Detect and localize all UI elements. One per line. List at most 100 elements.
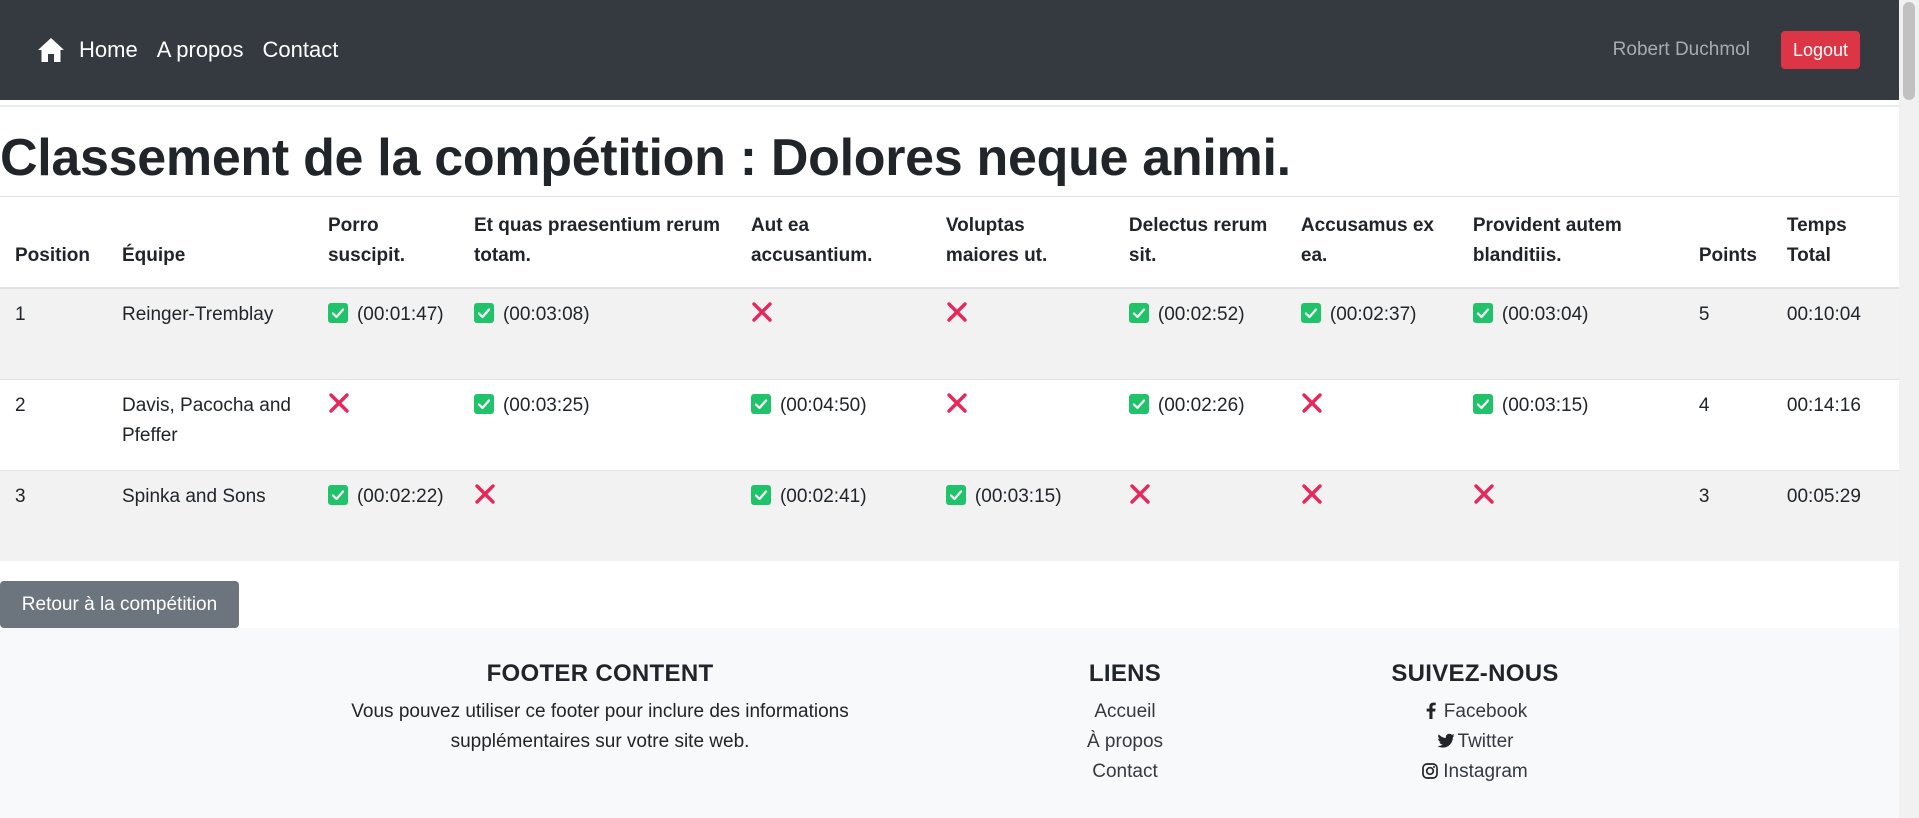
facebook-label: Facebook — [1443, 701, 1528, 722]
vertical-scrollbar[interactable] — [1899, 0, 1919, 818]
footer-social-instagram[interactable]: Instagram — [1375, 757, 1575, 787]
footer-content-title: FOOTER CONTENT — [486, 660, 714, 687]
header-q3: Aut ea accusantium. — [735, 196, 931, 289]
back-to-competition-button[interactable]: Retour à la compétition — [0, 581, 239, 628]
check-icon — [1128, 393, 1149, 414]
result-time: (00:02:26) — [1157, 394, 1245, 416]
instagram-label: Instagram — [1443, 761, 1528, 782]
cross-icon — [1301, 392, 1323, 414]
cell-team: Spinka and Sons — [106, 469, 313, 561]
cross-icon — [751, 301, 773, 323]
cross-icon — [474, 483, 496, 505]
twitter-icon — [1437, 729, 1455, 748]
header-total: Temps Total — [1771, 196, 1899, 289]
footer: FOOTER CONTENT Vous pouvez utiliser ce f… — [0, 628, 1899, 818]
result-time: (00:03:25) — [502, 394, 590, 416]
nav-link-about[interactable]: A propos — [157, 37, 244, 63]
header-q1: Porro suscipit. — [312, 196, 459, 289]
cell-result-q3: (00:04:50) — [735, 378, 931, 470]
footer-link-home[interactable]: Accueil — [1025, 697, 1225, 727]
footer-links-section: LIENS Accueil À propos Contact — [1025, 660, 1225, 787]
footer-link-about[interactable]: À propos — [1025, 727, 1225, 757]
cell-total: 00:05:29 — [1771, 469, 1899, 561]
footer-social-title: SUIVEZ-NOUS — [1391, 660, 1559, 687]
check-icon — [750, 484, 771, 505]
check-icon — [1472, 393, 1493, 414]
cell-result-q4 — [930, 287, 1114, 379]
result-time: (00:01:47) — [356, 304, 444, 325]
table-row: 1 Reinger-Tremblay (00:01:47) (00:03:08) (00… — [0, 287, 1899, 379]
header-points: Points — [1683, 196, 1772, 289]
check-icon — [1300, 303, 1321, 323]
divider — [0, 105, 1899, 107]
cell-points: 3 — [1683, 469, 1772, 561]
cell-result-q1: (00:02:22) — [312, 469, 459, 561]
check-icon — [1472, 303, 1493, 323]
nav-link-contact[interactable]: Contact — [263, 37, 339, 63]
cell-position: 2 — [0, 378, 107, 470]
instagram-icon — [1422, 759, 1439, 779]
cell-result-q1 — [312, 378, 459, 470]
cell-result-q1: (00:01:47) — [312, 287, 459, 379]
footer-link-contact[interactable]: Contact — [1025, 757, 1225, 787]
cross-icon — [1473, 483, 1495, 505]
ranking-table: Position Équipe Porro suscipit. Et quas … — [0, 196, 1899, 561]
result-time: (00:03:08) — [502, 304, 590, 325]
footer-content-section: FOOTER CONTENT Vous pouvez utiliser ce f… — [325, 660, 875, 757]
footer-content-text-line1: Vous pouvez utiliser ce footer pour incl… — [351, 701, 849, 722]
facebook-icon — [1423, 699, 1439, 719]
footer-links-title: LIENS — [1088, 660, 1162, 687]
table-header-row: Position Équipe Porro suscipit. Et quas … — [0, 196, 1899, 289]
cell-total: 00:14:16 — [1771, 378, 1899, 470]
cell-result-q6 — [1285, 469, 1458, 561]
table-body: 1 Reinger-Tremblay (00:01:47) (00:03:08) (00… — [0, 287, 1899, 561]
header-team: Équipe — [106, 196, 313, 289]
home-icon[interactable] — [37, 37, 65, 63]
cross-icon — [328, 392, 350, 414]
header-position: Position — [0, 196, 107, 289]
result-time: (00:02:52) — [1157, 304, 1245, 325]
cell-result-q6: (00:02:37) — [1285, 287, 1458, 379]
result-time: (00:03:15) — [1501, 394, 1589, 416]
user-name: Robert Duchmol — [1612, 39, 1750, 60]
header-q7: Provident autem blanditiis. — [1457, 196, 1684, 289]
cross-icon — [1129, 483, 1151, 505]
header-q5: Delectus rerum sit. — [1113, 196, 1286, 289]
cell-result-q2: (00:03:25) — [458, 378, 736, 470]
cell-result-q7 — [1457, 469, 1684, 561]
cross-icon — [1301, 483, 1323, 505]
cell-result-q4: (00:03:15) — [930, 469, 1114, 561]
footer-content-text-line2: supplémentaires sur votre site web. — [450, 731, 750, 752]
header-q4: Voluptas maiores ut. — [930, 196, 1114, 289]
page-title: Classement de la compétition : Dolores n… — [0, 129, 1291, 187]
cross-icon — [946, 301, 968, 323]
table-row: 3 Spinka and Sons (00:02:22) (00:02:41) (00:… — [0, 469, 1899, 561]
cell-result-q5: (00:02:26) — [1113, 378, 1286, 470]
logout-button[interactable]: Logout — [1780, 31, 1860, 69]
cell-team: Reinger-Tremblay — [106, 287, 313, 379]
footer-social-facebook[interactable]: Facebook — [1375, 697, 1575, 727]
cell-result-q4 — [930, 378, 1114, 470]
footer-social-twitter[interactable]: Twitter — [1375, 727, 1575, 757]
table-row: 2 Davis, Pacocha and Pfeffer (00:03:25) (00… — [0, 378, 1899, 470]
nav-link-home[interactable]: Home — [79, 37, 138, 63]
cross-icon — [946, 392, 968, 414]
scrollbar-thumb[interactable] — [1903, 2, 1915, 100]
result-time: (00:02:41) — [779, 485, 867, 507]
header-q2: Et quas praesentium rerum totam. — [458, 196, 736, 289]
cell-result-q6 — [1285, 378, 1458, 470]
cell-result-q3 — [735, 287, 931, 379]
result-time: (00:02:22) — [356, 485, 444, 507]
twitter-label: Twitter — [1457, 731, 1514, 752]
nav-left: Home A propos Contact — [37, 37, 357, 63]
cell-position: 1 — [0, 287, 107, 379]
check-icon — [473, 303, 494, 323]
cell-result-q3: (00:02:41) — [735, 469, 931, 561]
cell-result-q7: (00:03:15) — [1457, 378, 1684, 470]
header-q6: Accusamus ex ea. — [1285, 196, 1458, 289]
check-icon — [1128, 303, 1149, 323]
cell-result-q2 — [458, 469, 736, 561]
cell-team: Davis, Pacocha and Pfeffer — [106, 378, 313, 470]
cell-points: 5 — [1683, 287, 1772, 379]
check-icon — [473, 393, 494, 414]
